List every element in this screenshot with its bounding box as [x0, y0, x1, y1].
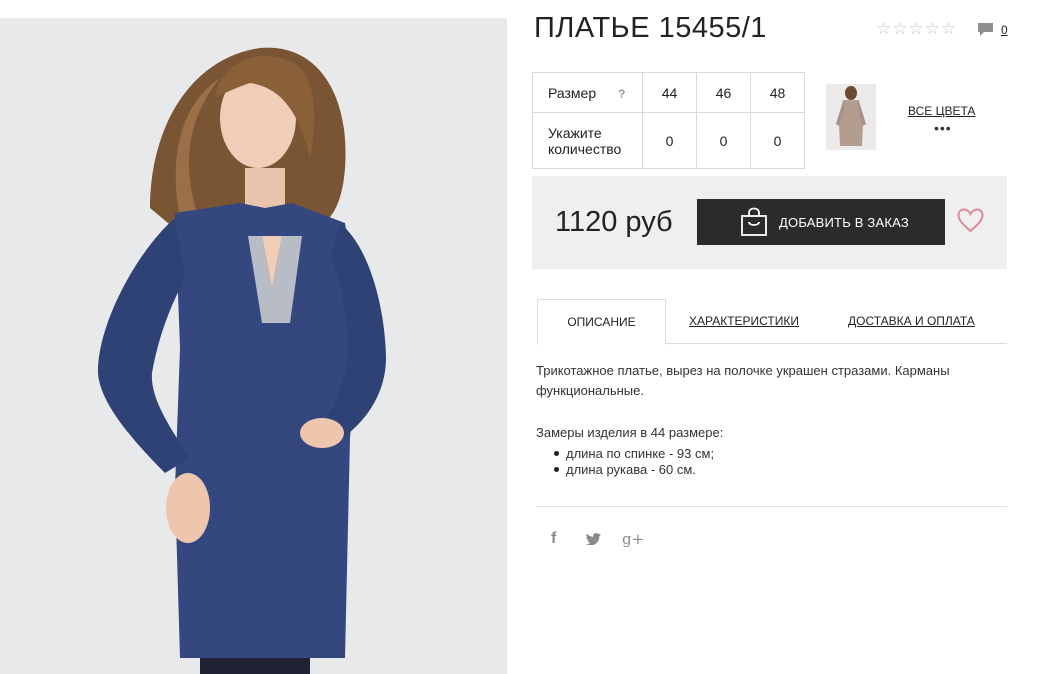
twitter-icon[interactable] — [586, 533, 601, 545]
measures-list: длина по спинке - 93 см; длина рукава - … — [552, 446, 714, 478]
product-page: ПЛАТЬЕ 15455/1 ☆ ☆ ☆ ☆ ☆ 0 Размер? 44 46… — [0, 0, 1062, 674]
all-colors-link[interactable]: ВСЕ ЦВЕТА — [908, 104, 975, 118]
color-thumbnail-illustration — [826, 84, 876, 150]
product-tabs: ОПИСАНИЕ ХАРАКТЕРИСТИКИ ДОСТАВКА И ОПЛАТ… — [537, 299, 1007, 345]
size-option[interactable]: 46 — [696, 72, 751, 113]
star-icon[interactable]: ☆ — [941, 20, 956, 38]
google-plus-icon[interactable]: g+ — [622, 530, 644, 548]
star-icon[interactable]: ☆ — [876, 20, 891, 38]
product-photo-illustration — [0, 18, 507, 674]
comment-icon[interactable] — [977, 22, 994, 37]
rating-stars[interactable]: ☆ ☆ ☆ ☆ ☆ — [876, 20, 956, 38]
quantity-label: Укажите количество — [548, 124, 622, 157]
heart-icon[interactable] — [957, 208, 984, 233]
color-thumbnail[interactable] — [826, 84, 876, 150]
star-icon[interactable]: ☆ — [925, 20, 940, 38]
quantity-label-cell: Укажите количество — [532, 112, 643, 169]
tab-delivery[interactable]: ДОСТАВКА И ОПЛАТА — [848, 299, 975, 343]
list-item: длина по спинке - 93 см; — [552, 446, 714, 462]
size-table: Размер? 44 46 48 Укажите количество 0 0 … — [532, 72, 805, 169]
size-label-cell: Размер? — [532, 72, 643, 113]
size-help-icon[interactable]: ? — [618, 87, 625, 101]
list-item: длина рукава - 60 см. — [552, 462, 714, 478]
divider — [536, 506, 1007, 507]
size-option[interactable]: 48 — [750, 72, 805, 113]
add-to-order-label: ДОБАВИТЬ В ЗАКАЗ — [779, 215, 909, 230]
price: 1120 руб — [555, 206, 673, 238]
measures-title: Замеры изделия в 44 размере: — [536, 425, 724, 440]
quantity-input[interactable]: 0 — [696, 112, 751, 169]
more-colors-button[interactable]: ••• — [934, 120, 952, 136]
purchase-box: 1120 руб ДОБАВИТЬ В ЗАКАЗ — [532, 176, 1007, 269]
star-icon[interactable]: ☆ — [909, 20, 924, 38]
tab-characteristics[interactable]: ХАРАКТЕРИСТИКИ — [689, 299, 799, 343]
shopping-bag-icon — [741, 207, 767, 236]
quantity-input[interactable]: 0 — [642, 112, 697, 169]
size-option[interactable]: 44 — [642, 72, 697, 113]
comment-count-link[interactable]: 0 — [1001, 23, 1008, 37]
star-icon[interactable]: ☆ — [892, 20, 907, 38]
quantity-input[interactable]: 0 — [750, 112, 805, 169]
description-text: Трикотажное платье, вырез на полочке укр… — [536, 363, 950, 398]
product-photo[interactable] — [0, 18, 507, 674]
add-to-order-button[interactable]: ДОБАВИТЬ В ЗАКАЗ — [697, 199, 945, 245]
size-label: Размер — [548, 84, 597, 101]
tab-description[interactable]: ОПИСАНИЕ — [537, 299, 666, 345]
facebook-icon[interactable]: f — [551, 530, 556, 548]
product-title: ПЛАТЬЕ 15455/1 — [534, 12, 767, 44]
